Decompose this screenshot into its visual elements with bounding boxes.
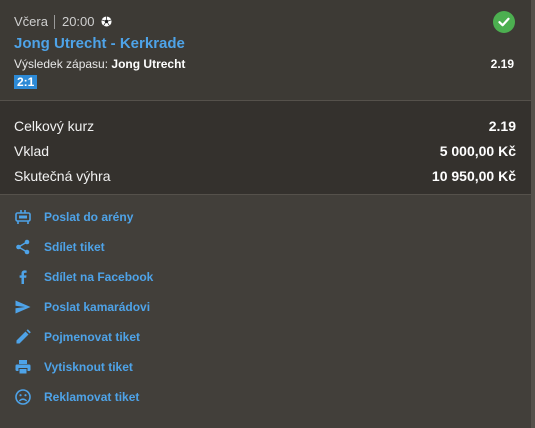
action-label: Poslat kamarádovi <box>44 300 151 314</box>
printer-icon <box>14 358 32 376</box>
match-time: 20:00 <box>61 14 95 29</box>
action-label: Poslat do arény <box>44 210 134 224</box>
market-selection: Jong Utrecht <box>111 57 186 71</box>
summary-section: Celkový kurz 2.19 Vklad 5 000,00 Kč Skut… <box>0 101 535 194</box>
print-ticket-button[interactable]: Vytisknout tiket <box>14 356 133 378</box>
action-label: Sdílet na Facebook <box>44 270 154 284</box>
stake-row: Vklad 5 000,00 Kč <box>14 143 516 159</box>
win-value: 10 950,00 Kč <box>431 168 516 184</box>
total-odds-row: Celkový kurz 2.19 <box>14 118 516 134</box>
share-facebook-button[interactable]: Sdílet na Facebook <box>14 266 153 288</box>
arena-icon <box>14 208 32 226</box>
action-label: Pojmenovat tiket <box>44 330 141 344</box>
send-icon <box>14 298 32 316</box>
score-badge: 2:1 <box>14 75 38 89</box>
rename-ticket-button[interactable]: Pojmenovat tiket <box>14 326 140 348</box>
market-label: Výsledek zápasu: <box>14 57 109 71</box>
send-to-arena-button[interactable]: Poslat do arény <box>14 206 133 228</box>
win-label: Skutečná výhra <box>14 168 111 184</box>
ticket-detail-panel: Včera 20:00 Jong Utrecht - Kerkrade Výsl… <box>0 0 535 428</box>
divider <box>0 194 535 195</box>
market-result: Výsledek zápasu: Jong Utrecht <box>14 57 185 71</box>
sad-face-icon <box>14 388 32 406</box>
complain-ticket-button[interactable]: Reklamovat tiket <box>14 386 139 408</box>
match-day: Včera <box>14 14 48 29</box>
share-icon <box>14 238 32 256</box>
soccer-ball-icon <box>100 16 112 27</box>
total-odds-value: 2.19 <box>488 118 516 134</box>
send-to-friend-button[interactable]: Poslat kamarádovi <box>14 296 150 318</box>
action-label: Reklamovat tiket <box>44 390 140 404</box>
scrollbar[interactable] <box>531 0 535 428</box>
facebook-icon <box>14 268 32 286</box>
match-teams-link[interactable]: Jong Utrecht - Kerkrade <box>14 35 185 52</box>
selection-odds: 2.19 <box>490 57 514 71</box>
stake-label: Vklad <box>14 143 50 159</box>
check-circle-icon <box>493 11 515 33</box>
stake-value: 5 000,00 Kč <box>439 143 516 159</box>
share-ticket-button[interactable]: Sdílet tiket <box>14 236 105 258</box>
match-meta: Včera 20:00 <box>14 14 112 29</box>
total-odds-label: Celkový kurz <box>14 118 95 134</box>
win-row: Skutečná výhra 10 950,00 Kč <box>14 168 516 184</box>
match-section: Včera 20:00 Jong Utrecht - Kerkrade Výsl… <box>0 0 535 100</box>
meta-separator <box>53 14 55 29</box>
pencil-icon <box>14 328 32 346</box>
action-label: Sdílet tiket <box>44 240 105 254</box>
action-label: Vytisknout tiket <box>44 360 133 374</box>
